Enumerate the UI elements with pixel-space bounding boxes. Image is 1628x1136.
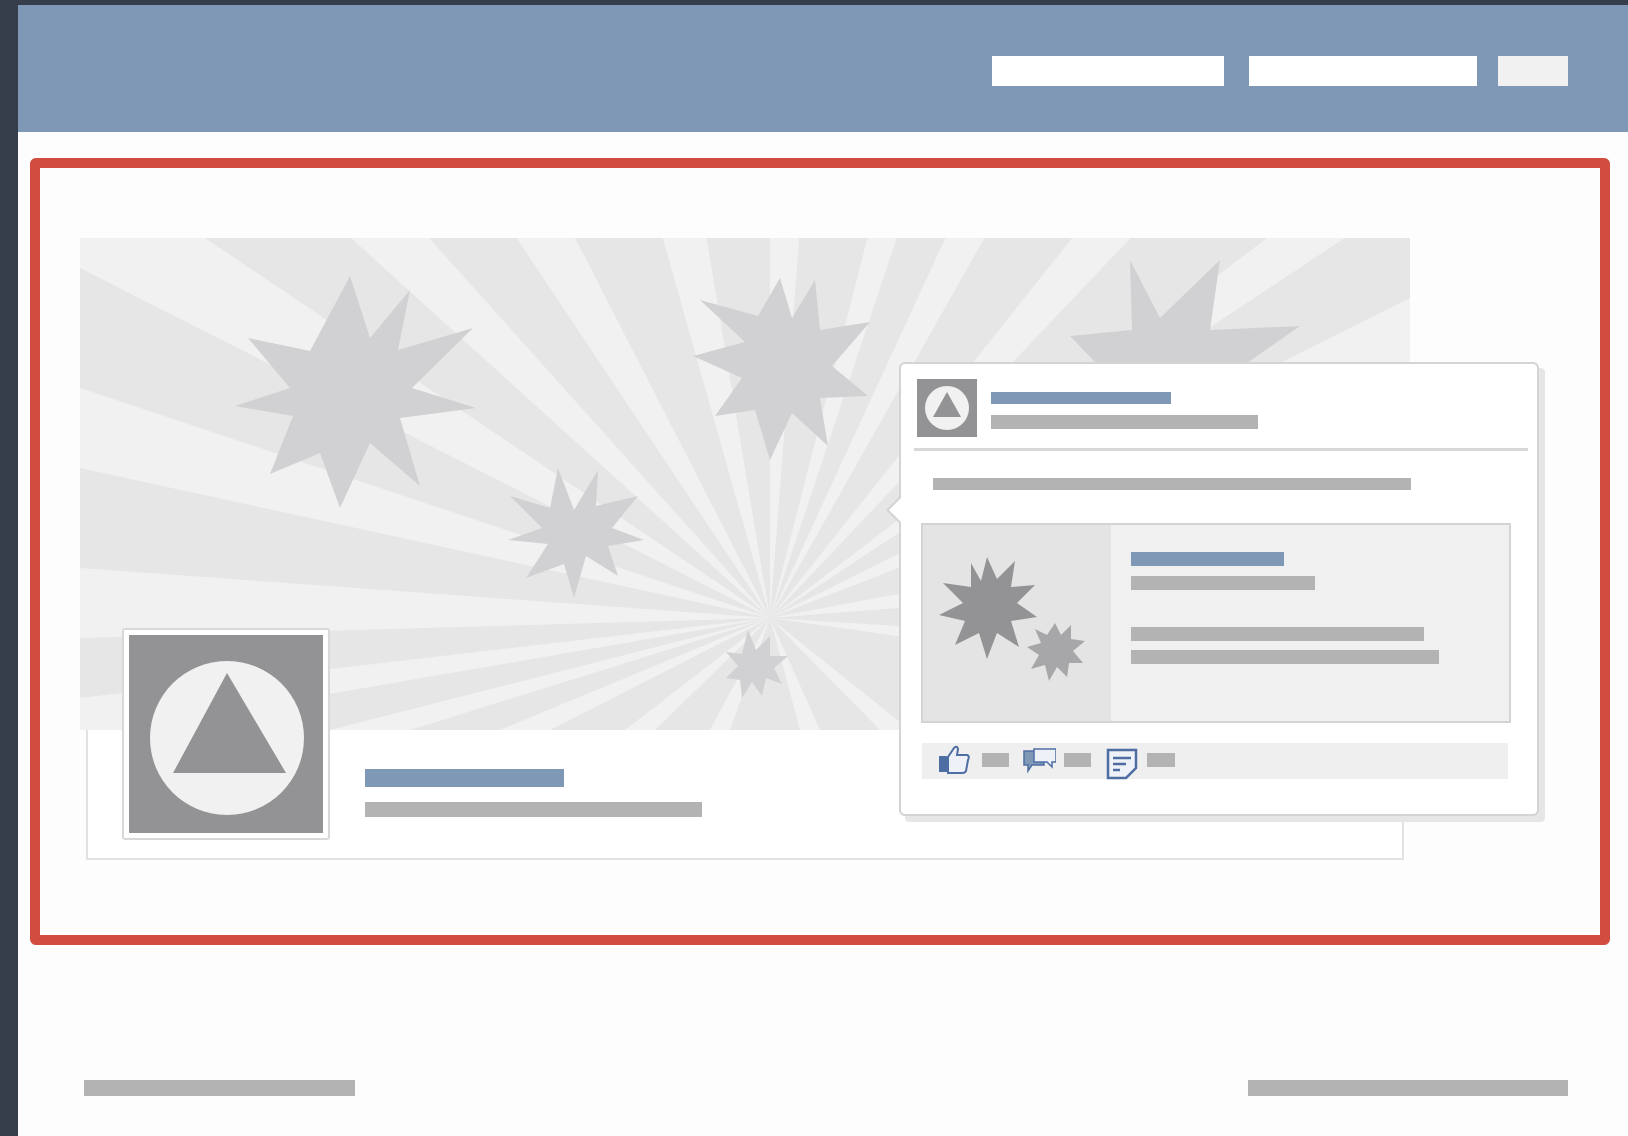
- top-header-bar: [18, 5, 1628, 132]
- attachment-thumbnail: [923, 525, 1111, 721]
- share-button[interactable]: [1106, 748, 1140, 782]
- header-search-field-2[interactable]: [1249, 56, 1477, 86]
- page-category-placeholder: [365, 802, 702, 817]
- like-count-placeholder: [982, 753, 1009, 767]
- attachment-description-line-1: [1131, 627, 1424, 641]
- document-note-icon: [1106, 748, 1138, 780]
- comment-button[interactable]: [1022, 745, 1056, 779]
- like-button[interactable]: [937, 742, 971, 776]
- profile-picture[interactable]: [122, 628, 330, 840]
- footer-right-placeholder[interactable]: [1248, 1080, 1568, 1096]
- popup-divider: [914, 448, 1528, 451]
- starburst-icon: [939, 557, 1085, 681]
- window-left-edge: [0, 0, 18, 1136]
- header-search-field-1[interactable]: [992, 56, 1224, 86]
- app-window: [0, 0, 1628, 1136]
- page-name-placeholder[interactable]: [365, 769, 564, 787]
- attachment-description-line-2: [1131, 650, 1439, 664]
- popup-timestamp-placeholder: [991, 415, 1258, 429]
- attachment-subtitle-placeholder: [1131, 576, 1315, 590]
- comment-count-placeholder: [1064, 753, 1091, 767]
- popup-actions-bar: [922, 743, 1508, 779]
- speech-bubbles-icon: [1023, 748, 1056, 774]
- triangle-in-circle-logo-icon: [925, 386, 969, 430]
- popup-message-placeholder: [933, 478, 1411, 490]
- profile-picture-inner: [129, 635, 323, 833]
- thumbs-up-icon: [939, 745, 970, 774]
- triangle-in-circle-logo-icon: [150, 661, 304, 815]
- popup-author-name-placeholder[interactable]: [991, 392, 1171, 404]
- popup-pointer-inner: [889, 498, 901, 522]
- attachment-title-placeholder[interactable]: [1131, 552, 1284, 566]
- popup-avatar[interactable]: [917, 379, 977, 437]
- share-count-placeholder: [1147, 753, 1175, 767]
- header-submit-button[interactable]: [1498, 56, 1568, 86]
- footer-left-placeholder[interactable]: [84, 1080, 355, 1096]
